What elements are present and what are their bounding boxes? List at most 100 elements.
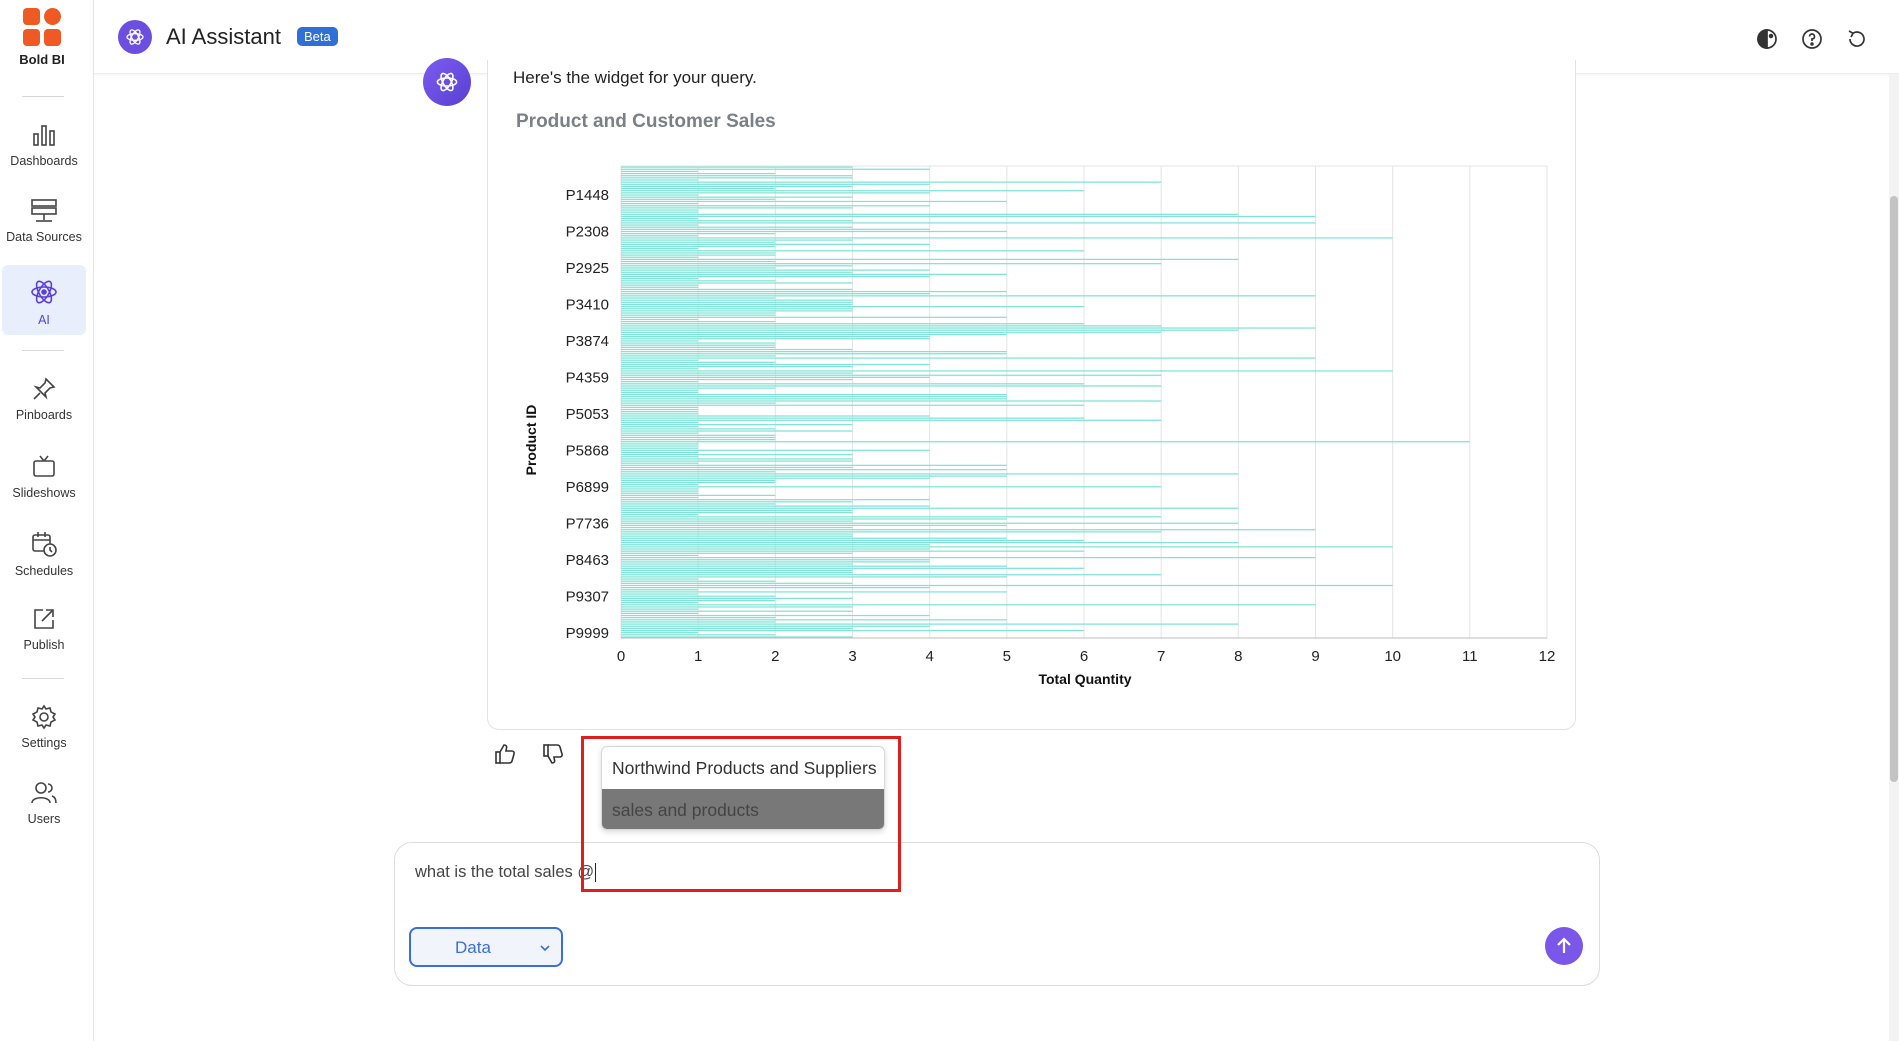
chart-bar [621, 280, 776, 282]
thumbs-down-button[interactable] [541, 742, 567, 768]
sidebar-item-label: Schedules [14, 564, 74, 578]
sidebar-item-schedules[interactable]: Schedules [2, 518, 86, 588]
chart-bar [621, 402, 776, 404]
beta-badge: Beta [297, 27, 338, 46]
x-axis-title: Total Quantity [1038, 671, 1131, 687]
chart-bar [621, 587, 930, 589]
chart-bar [621, 546, 1393, 548]
sidebar-item-ai[interactable]: AI [2, 265, 86, 335]
chart-bar [621, 233, 776, 235]
chart-bar [621, 535, 853, 537]
chart-bar [621, 625, 930, 627]
x-tick-label: 9 [1311, 648, 1319, 665]
scrollbar-thumb[interactable] [1890, 196, 1898, 782]
chart-bar [621, 627, 853, 630]
chart-bar [621, 183, 930, 185]
nav-divider [22, 350, 64, 351]
sidebar-item-data-sources[interactable]: Data Sources [2, 186, 86, 256]
chart-bar [621, 449, 930, 451]
chart-bar [621, 486, 1162, 488]
chart-bar [621, 245, 776, 248]
brand[interactable]: Bold BI [0, 6, 84, 67]
chart-bar [621, 413, 699, 415]
message-input[interactable]: what is the total sales @ [415, 863, 1415, 891]
chart-bar [621, 168, 930, 170]
sidebar-item-users[interactable]: Users [2, 768, 86, 838]
y-tick-label: P7736 [566, 516, 609, 533]
chart-bar [621, 593, 699, 595]
chart-bar [621, 617, 776, 619]
chart-bar [621, 479, 776, 481]
chart-bar [621, 263, 1162, 265]
data-source-dropdown[interactable]: Data [409, 927, 563, 967]
chart-bar [621, 235, 699, 237]
publish-icon [34, 609, 54, 629]
chart-bar [621, 552, 853, 554]
help-icon [1802, 29, 1822, 49]
chart-bar [621, 318, 699, 321]
sidebar-item-label: Slideshows [12, 486, 76, 500]
chart-bar [621, 404, 1084, 406]
chart-bar [621, 275, 930, 278]
chart-bar [621, 456, 699, 458]
sidebar-item-label: Data Sources [6, 230, 82, 244]
sidebar-item-slideshows[interactable]: Slideshows [2, 442, 86, 512]
chart-bar [621, 335, 930, 338]
mention-option-northwind[interactable]: Northwind Products and Suppliers [602, 747, 884, 789]
x-tick-label: 1 [694, 648, 702, 665]
sidebar-item-label: Settings [21, 736, 67, 750]
chart-bar [621, 619, 1007, 621]
chart-bar [621, 526, 853, 529]
chart-bar [621, 207, 853, 209]
theme-button[interactable] [1755, 27, 1779, 51]
chart-bar [621, 453, 853, 456]
sidebar-item-publish[interactable]: Publish [2, 594, 86, 664]
chart-bar [621, 576, 1007, 578]
ai-atom-icon [436, 72, 458, 92]
x-tick-label: 8 [1234, 648, 1242, 665]
sidebar-item-settings[interactable]: Settings [2, 692, 86, 762]
chart-bar [621, 179, 699, 181]
chart-bar [621, 606, 853, 608]
chart-bar [621, 323, 1084, 325]
bold-bi-logo [23, 8, 61, 46]
help-button[interactable] [1800, 27, 1824, 51]
sidebar-item-dashboards[interactable]: Dashboards [2, 110, 86, 180]
message-composer: what is the total sales @ Data [394, 842, 1600, 986]
refresh-button[interactable] [1845, 27, 1869, 51]
chart-bar [621, 215, 1316, 218]
chart-bar [621, 239, 853, 241]
chart-bar [621, 260, 776, 263]
chart-bar [621, 288, 853, 291]
database-icon [31, 199, 57, 222]
chart-bar [621, 282, 853, 284]
chart-bar [621, 258, 1239, 260]
chart-bar [621, 481, 776, 484]
chart-bar [621, 426, 699, 428]
chart-bar [621, 383, 1084, 385]
chart-bar [621, 490, 699, 492]
text-caret [595, 863, 597, 883]
sidebar-item-label: Publish [23, 638, 65, 652]
send-button[interactable] [1545, 927, 1583, 965]
sidebar-item-pinboards[interactable]: Pinboards [2, 364, 86, 434]
thumbs-up-button[interactable] [493, 742, 519, 768]
chart-bar [621, 192, 930, 194]
chart-bar [621, 310, 853, 312]
chart-bar [621, 340, 699, 342]
chart-bar [621, 537, 1007, 539]
thumbs-down-icon [543, 744, 563, 764]
x-tick-label: 7 [1157, 648, 1165, 665]
chart-bar [621, 224, 699, 226]
chart-bar [621, 469, 1007, 471]
chart-bar [621, 265, 853, 267]
chart-bar [621, 514, 699, 516]
chart-bar [621, 580, 776, 582]
mention-suggestions: Northwind Products and Suppliers sales a… [601, 746, 885, 830]
sidebar-item-label: Dashboards [10, 154, 78, 168]
data-source-label: Data [455, 938, 491, 957]
y-tick-label: P3874 [566, 333, 609, 350]
mention-option-sales-and-products[interactable]: sales and products [602, 789, 884, 829]
y-tick-label: P2308 [566, 224, 609, 241]
chart-bar [621, 250, 1084, 252]
